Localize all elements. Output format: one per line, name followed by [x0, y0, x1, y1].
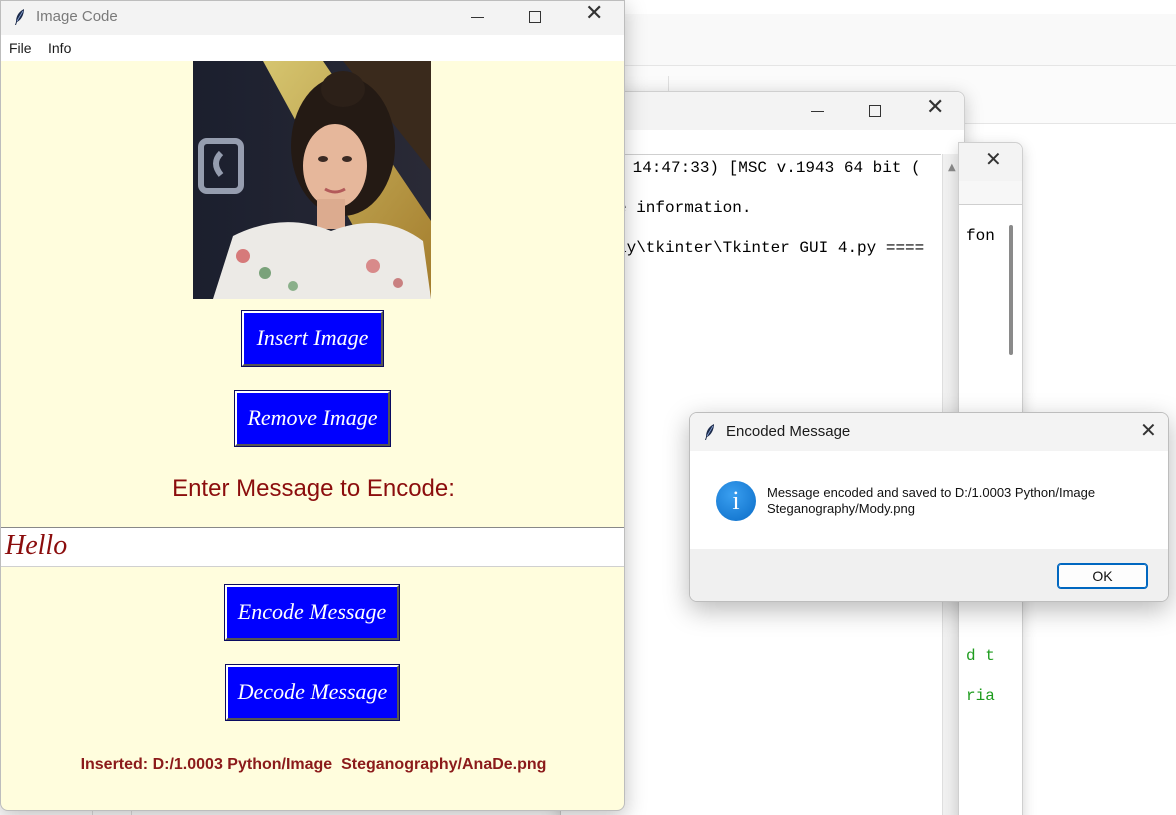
main-titlebar: Image Code ✕ [1, 1, 624, 35]
remove-image-button[interactable]: Remove Image [234, 390, 391, 447]
menu-bar [1, 35, 624, 61]
menu-info[interactable]: Info [48, 40, 71, 56]
status-label: Inserted: D:/1.0003 Python/Image Stegano… [80, 756, 547, 773]
close-icon[interactable]: ✕ [1140, 420, 1157, 440]
config-fragment: d t [966, 647, 995, 665]
maximize-icon[interactable] [529, 11, 541, 23]
dialog-titlebar: Encoded Message ✕ [690, 413, 1168, 451]
shell-line-1: 14:47:33) [MSC v.1943 64 bit ( [623, 159, 921, 177]
insert-image-button[interactable]: Insert Image [241, 310, 384, 367]
tk-feather-icon [705, 424, 714, 440]
config-scrollbar-thumb[interactable] [1009, 225, 1013, 355]
encode-message-button[interactable]: Encode Message [224, 584, 400, 641]
encode-prompt-label: Enter Message to Encode: [172, 475, 455, 502]
config-fragment: ria [966, 687, 995, 705]
image-code-window: Image Code ✕ File Info Insert Image Remo… [0, 0, 625, 811]
close-icon[interactable]: ✕ [926, 97, 944, 119]
menu-file[interactable]: File [9, 40, 32, 56]
dialog-title: Encoded Message [726, 423, 851, 440]
config-fragment: fon [966, 227, 995, 245]
info-icon: i [716, 481, 756, 521]
close-icon[interactable]: ✕ [585, 3, 603, 25]
encoded-message-dialog: Encoded Message ✕ i Message encoded and … [689, 412, 1169, 602]
tk-feather-icon [15, 9, 24, 25]
minimize-icon[interactable] [471, 17, 484, 18]
ok-button[interactable]: OK [1057, 563, 1148, 589]
dialog-message: Message encoded and saved to D:/1.0003 P… [767, 485, 1096, 516]
close-icon[interactable]: ✕ [985, 149, 1002, 169]
scroll-up-arrow-icon[interactable]: ▲ [948, 162, 956, 173]
maximize-icon[interactable] [869, 105, 881, 117]
inserted-image [193, 61, 431, 299]
message-input[interactable]: Hello [1, 527, 624, 567]
shell-line-3: ay\tkinter\Tkinter GUI 4.py ==== [617, 239, 925, 257]
shell-line-2: e information. [617, 199, 752, 217]
config-header [959, 181, 1022, 205]
config-titlebar: ✕ [959, 143, 1022, 181]
decode-message-button[interactable]: Decode Message [225, 664, 400, 721]
window-title: Image Code [36, 8, 118, 25]
minimize-icon[interactable] [811, 111, 824, 112]
